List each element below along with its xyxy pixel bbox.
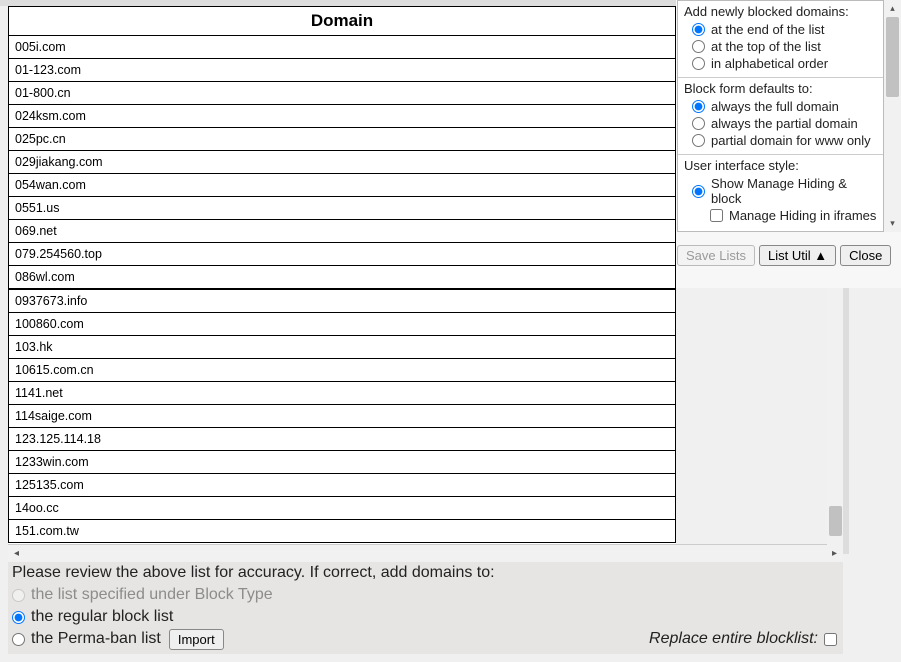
replace-blocklist-checkbox[interactable] [824, 633, 837, 646]
domain-cell: 14oo.cc [9, 497, 676, 520]
radio-add-end[interactable]: at the end of the list [682, 21, 879, 38]
domain-cell: 103.hk [9, 336, 676, 359]
vertical-scrollbar-thumb[interactable] [829, 506, 842, 536]
table-row[interactable]: 151.com.tw [9, 520, 676, 543]
scroll-up-icon[interactable]: ▴ [884, 0, 901, 17]
settings-scrollbar-thumb[interactable] [886, 17, 899, 97]
domain-cell: 054wan.com [9, 174, 676, 197]
table-row[interactable]: 0551.us [9, 197, 676, 220]
scroll-left-icon[interactable]: ◂ [8, 545, 25, 562]
side-border-strip [843, 288, 849, 554]
table-row[interactable]: 079.254560.top [9, 243, 676, 266]
list-util-button[interactable]: List Util ▲ [759, 245, 836, 266]
domain-cell: 1233win.com [9, 451, 676, 474]
save-lists-button: Save Lists [677, 245, 755, 266]
domain-cell: 069.net [9, 220, 676, 243]
table-row[interactable]: 1233win.com [9, 451, 676, 474]
replace-blocklist-label: Replace entire blocklist: [649, 630, 818, 648]
radio-show-manage-hiding[interactable]: Show Manage Hiding & block [682, 175, 879, 207]
table-row[interactable]: 025pc.cn [9, 128, 676, 151]
domain-cell: 0551.us [9, 197, 676, 220]
table-row[interactable]: 125135.com [9, 474, 676, 497]
radio-full-domain[interactable]: always the full domain [682, 98, 879, 115]
review-instruction: Please review the above list for accurac… [12, 564, 839, 582]
group-block-form: Block form defaults to: always the full … [678, 78, 883, 155]
table-row[interactable]: 100860.com [9, 313, 676, 336]
group-add-position-title: Add newly blocked domains: [682, 3, 879, 21]
scroll-down-icon[interactable]: ▾ [884, 215, 901, 232]
domain-table-bottom: 0937673.info100860.com103.hk10615.com.cn… [8, 289, 676, 543]
domain-column-header: Domain [9, 7, 676, 36]
settings-vertical-scrollbar[interactable]: ▴ ▾ [884, 0, 901, 232]
domain-cell: 114saige.com [9, 405, 676, 428]
domain-cell: 125135.com [9, 474, 676, 497]
radio-regular-blocklist[interactable]: the regular block list [12, 606, 839, 628]
domain-cell: 100860.com [9, 313, 676, 336]
table-row[interactable]: 005i.com [9, 36, 676, 59]
table-row[interactable]: 086wl.com [9, 266, 676, 289]
group-ui-style-title: User interface style: [682, 157, 879, 175]
checkbox-manage-hiding-iframes[interactable]: Manage Hiding in iframes [682, 207, 879, 224]
close-button[interactable]: Close [840, 245, 891, 266]
domain-cell: 024ksm.com [9, 105, 676, 128]
domain-cell: 1141.net [9, 382, 676, 405]
radio-add-alpha[interactable]: in alphabetical order [682, 55, 879, 72]
domain-table-container: Domain 005i.com01-123.com01-800.cn024ksm… [8, 6, 676, 546]
table-row[interactable]: 123.125.114.18 [9, 428, 676, 451]
radio-partial-domain[interactable]: always the partial domain [682, 115, 879, 132]
table-row[interactable]: 103.hk [9, 336, 676, 359]
replace-blocklist-option[interactable]: Replace entire blocklist: [649, 630, 837, 648]
table-row[interactable]: 069.net [9, 220, 676, 243]
scroll-right-icon[interactable]: ▸ [826, 545, 843, 562]
domain-cell: 123.125.114.18 [9, 428, 676, 451]
import-button[interactable]: Import [169, 629, 224, 650]
table-row[interactable]: 1141.net [9, 382, 676, 405]
radio-permaban-list[interactable]: the Perma-ban list [12, 628, 161, 650]
table-row[interactable]: 0937673.info [9, 290, 676, 313]
table-row[interactable]: 029jiakang.com [9, 151, 676, 174]
domain-cell: 0937673.info [9, 290, 676, 313]
domain-cell: 10615.com.cn [9, 359, 676, 382]
group-ui-style: User interface style: Show Manage Hiding… [678, 155, 883, 229]
settings-panel: Add newly blocked domains: at the end of… [677, 0, 884, 232]
domain-cell: 151.com.tw [9, 520, 676, 543]
domain-cell: 005i.com [9, 36, 676, 59]
group-add-position: Add newly blocked domains: at the end of… [678, 1, 883, 78]
domain-cell: 029jiakang.com [9, 151, 676, 174]
table-row[interactable]: 024ksm.com [9, 105, 676, 128]
table-row[interactable]: 10615.com.cn [9, 359, 676, 382]
domain-table-top: Domain 005i.com01-123.com01-800.cn024ksm… [8, 6, 676, 289]
button-row: Save Lists List Util ▲ Close [677, 245, 899, 275]
table-row[interactable]: 01-123.com [9, 59, 676, 82]
radio-add-top[interactable]: at the top of the list [682, 38, 879, 55]
table-row[interactable]: 01-800.cn [9, 82, 676, 105]
table-row[interactable]: 054wan.com [9, 174, 676, 197]
domain-cell: 01-123.com [9, 59, 676, 82]
radio-partial-www[interactable]: partial domain for www only [682, 132, 879, 149]
domain-cell: 079.254560.top [9, 243, 676, 266]
table-row[interactable]: 114saige.com [9, 405, 676, 428]
radio-list-blocktype: the list specified under Block Type [12, 584, 839, 606]
domain-cell: 086wl.com [9, 266, 676, 289]
domain-cell: 01-800.cn [9, 82, 676, 105]
domain-cell: 025pc.cn [9, 128, 676, 151]
import-panel: Please review the above list for accurac… [8, 562, 843, 654]
horizontal-scrollbar[interactable]: ◂ ▸ [8, 544, 843, 561]
table-row[interactable]: 14oo.cc [9, 497, 676, 520]
group-block-form-title: Block form defaults to: [682, 80, 879, 98]
